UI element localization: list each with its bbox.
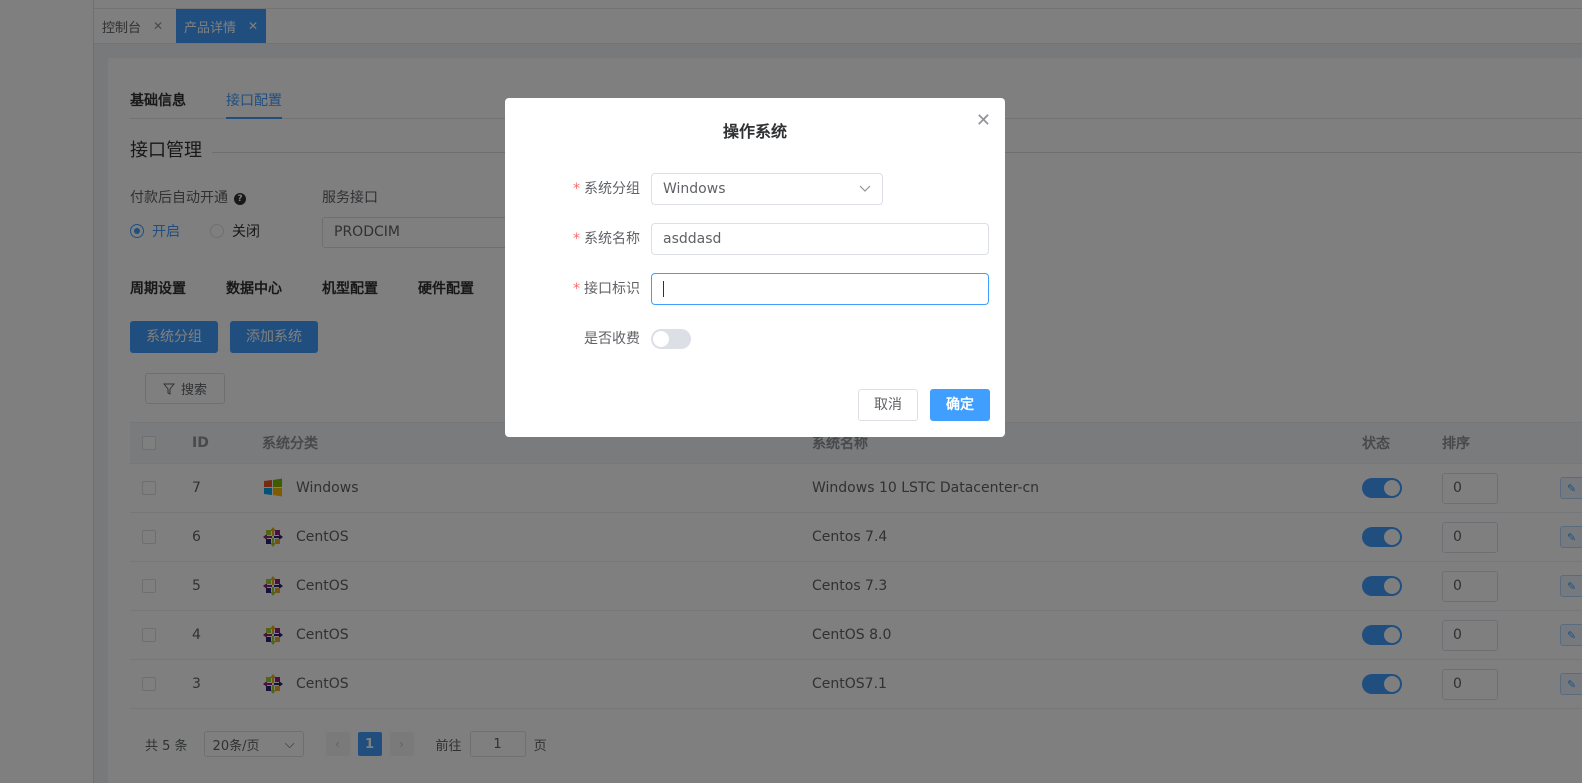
dialog-title: 操作系统 — [722, 122, 787, 141]
system-group-select[interactable]: Windows — [651, 173, 883, 205]
confirm-button[interactable]: 确定 — [930, 389, 990, 421]
form-row-group: * 系统分组 Windows — [505, 173, 1005, 205]
form-row-name: * 系统名称 asddasd — [505, 223, 1005, 255]
os-dialog: 操作系统 ✕ * 系统分组 Windows * 系统名称 asddasd * 接口标识… — [505, 98, 1005, 437]
form-row-ident: * 接口标识 — [505, 273, 1005, 305]
text-caret — [663, 281, 664, 297]
group-select-value: Windows — [663, 181, 726, 197]
close-icon[interactable]: ✕ — [976, 110, 991, 131]
system-name-input[interactable]: asddasd — [651, 223, 989, 255]
group-label-text: 系统分组 — [584, 181, 640, 197]
form-row-charge: 是否收费 — [505, 323, 1005, 355]
chevron-down-icon — [859, 185, 871, 192]
ident-label: * 接口标识 — [573, 281, 640, 297]
charge-switch[interactable] — [651, 329, 691, 349]
group-label: * 系统分组 — [573, 181, 640, 197]
cancel-button[interactable]: 取消 — [858, 389, 918, 421]
ident-label-text: 接口标识 — [584, 281, 640, 297]
name-label-text: 系统名称 — [584, 231, 640, 247]
charge-label: 是否收费 — [584, 331, 640, 347]
name-label: * 系统名称 — [573, 231, 640, 247]
interface-ident-input[interactable] — [651, 273, 989, 305]
